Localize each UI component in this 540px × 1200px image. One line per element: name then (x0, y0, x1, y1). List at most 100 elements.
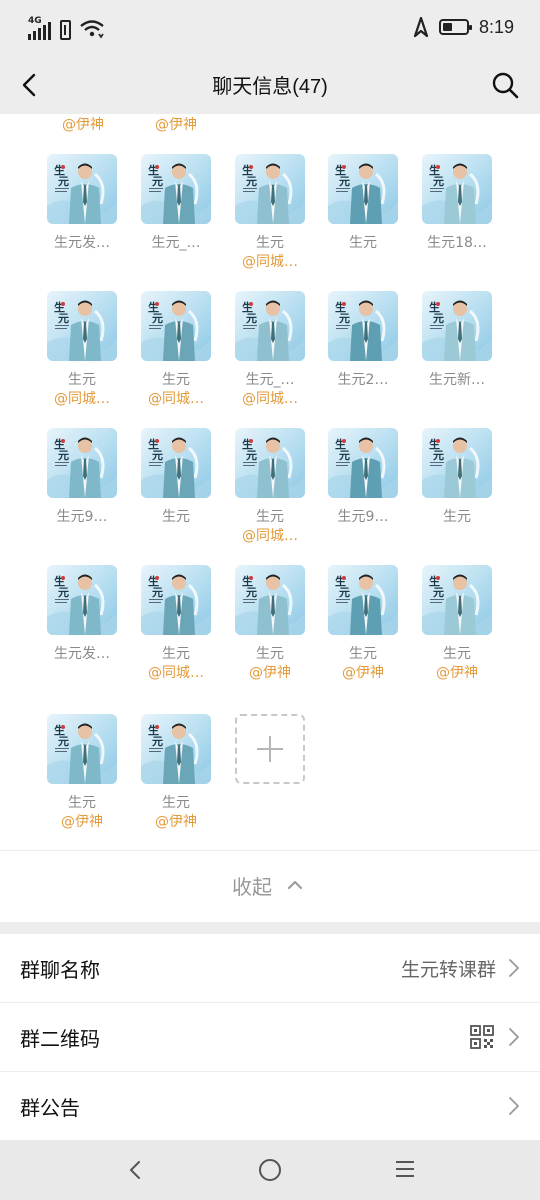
battery-icon (438, 19, 472, 35)
member-name: 生元发… (54, 235, 110, 251)
svg-text:元: 元 (246, 312, 257, 325)
member-avatar[interactable]: 生元 (328, 565, 398, 635)
status-left: 4G (28, 14, 105, 40)
member-name: 生元 (162, 646, 190, 662)
member-item[interactable]: 生元生元 @同城… (35, 291, 129, 411)
member-item[interactable]: 生元生元 (129, 428, 223, 548)
add-member-button[interactable] (235, 714, 305, 784)
member-item[interactable]: 生元生元9… (316, 428, 410, 548)
member-name: 生元 (349, 235, 377, 251)
member-item[interactable]: 生元生元 (316, 154, 410, 274)
member-avatar[interactable]: 生元 (47, 428, 117, 498)
member-avatar[interactable]: 生元 (422, 565, 492, 635)
group-name-row[interactable]: 群聊名称 生元转课群 (0, 934, 540, 1003)
member-name: 生元2… (337, 372, 389, 388)
member-name: 生元 (256, 509, 284, 525)
member-name: 生元 (443, 509, 471, 525)
member-avatar[interactable]: 生元 (141, 428, 211, 498)
member-item[interactable]: 生元生元 @同城… (129, 291, 223, 411)
svg-text:元: 元 (152, 175, 163, 188)
member-item[interactable]: 生元生元 @伊神 (410, 565, 504, 685)
member-avatar[interactable]: 生元 (47, 714, 117, 784)
chevron-right-icon (509, 1028, 519, 1046)
member-name: 生元 (68, 372, 96, 388)
member-avatar[interactable]: 生元 (141, 565, 211, 635)
member-avatar[interactable]: 生元 (422, 428, 492, 498)
member-avatar[interactable]: 生元 (47, 291, 117, 361)
member-item[interactable]: 生元生元 @同城… (223, 154, 317, 274)
header: 聊天信息(47) (0, 56, 540, 114)
member-item[interactable]: 生元生元 (410, 428, 504, 548)
chevron-up-icon (288, 881, 302, 889)
member-avatar[interactable]: 生元 (328, 291, 398, 361)
member-item[interactable]: 生元生元 @伊神 (35, 714, 129, 834)
svg-text:元: 元 (246, 449, 257, 462)
svg-text:元: 元 (152, 312, 163, 325)
member-tag: @同城… (242, 391, 298, 407)
member-name: 生元_… (151, 235, 201, 251)
member-item[interactable]: 生元生元 @伊神 (129, 714, 223, 834)
member-avatar[interactable]: 生元 (47, 154, 117, 224)
member-tag: @同城… (54, 391, 110, 407)
member-item[interactable]: 生元生元9… (35, 428, 129, 548)
svg-text:元: 元 (58, 312, 69, 325)
member-item[interactable]: 生元生元发… (35, 154, 129, 274)
member-item[interactable]: 生元生元18… (410, 154, 504, 274)
member-tag: @同城… (242, 528, 298, 544)
nav-menu-icon[interactable] (396, 1161, 414, 1179)
member-item[interactable]: 生元生元2… (316, 291, 410, 411)
chevron-right-icon (509, 959, 519, 977)
member-name: 生元_… (245, 372, 295, 388)
member-avatar[interactable]: 生元 (235, 291, 305, 361)
search-icon[interactable] (488, 68, 522, 102)
member-item[interactable]: 生元生元发… (35, 565, 129, 685)
member-item[interactable]: 生元生元 @同城… (129, 565, 223, 685)
member-item[interactable]: 生元生元_… (129, 154, 223, 274)
svg-text:元: 元 (433, 312, 444, 325)
member-tag: @同城… (148, 391, 204, 407)
member-name: 生元新… (429, 372, 485, 388)
member-tag: @伊神 (62, 117, 104, 133)
member-avatar[interactable]: 生元 (422, 291, 492, 361)
group-qr-code-row[interactable]: 群二维码 (0, 1003, 540, 1072)
nav-home-icon[interactable] (259, 1159, 281, 1181)
member-avatar[interactable]: 生元 (235, 154, 305, 224)
svg-text:元: 元 (339, 449, 350, 462)
svg-text:元: 元 (433, 586, 444, 599)
member-avatar[interactable]: 生元 (235, 428, 305, 498)
member-name: 生元 (256, 235, 284, 251)
member-avatar[interactable]: 生元 (141, 154, 211, 224)
member-item[interactable]: 生元生元 @伊神 (316, 565, 410, 685)
member-tag: @同城… (242, 254, 298, 270)
member-item[interactable]: 生元生元新… (410, 291, 504, 411)
svg-text:元: 元 (339, 586, 350, 599)
svg-text:元: 元 (339, 175, 350, 188)
member-item[interactable]: 生元生元 @伊神 (223, 565, 317, 685)
member-avatar[interactable]: 生元 (141, 291, 211, 361)
qr-code-icon (470, 1025, 494, 1049)
member-tag: @伊神 (249, 665, 291, 681)
nav-back-icon[interactable] (124, 1158, 146, 1182)
group-name-label: 群聊名称 (20, 958, 100, 982)
group-announcement-row[interactable]: 群公告 (0, 1072, 540, 1141)
svg-text:元: 元 (433, 449, 444, 462)
member-avatar[interactable]: 生元 (422, 154, 492, 224)
member-item[interactable]: 生元生元_… @同城… (223, 291, 317, 411)
member-item[interactable]: 生元生元 @同城… (223, 428, 317, 548)
svg-text:元: 元 (58, 449, 69, 462)
collapse-button[interactable]: 收起 (0, 850, 540, 922)
member-avatar[interactable]: 生元 (47, 565, 117, 635)
system-nav-bar (0, 1140, 540, 1200)
member-avatar[interactable]: 生元 (141, 714, 211, 784)
wifi-icon (80, 20, 104, 39)
member-name: 生元 (349, 646, 377, 662)
member-avatar[interactable]: 生元 (328, 428, 398, 498)
svg-text:元: 元 (246, 175, 257, 188)
settings-list: 群聊名称 生元转课群 群二维码 群公告 (0, 934, 540, 1141)
member-name: 生元 (68, 795, 96, 811)
member-avatar[interactable]: 生元 (328, 154, 398, 224)
chevron-right-icon (509, 1097, 519, 1115)
member-tag: @伊神 (61, 814, 103, 830)
member-name: 生元9… (56, 509, 108, 525)
member-avatar[interactable]: 生元 (235, 565, 305, 635)
